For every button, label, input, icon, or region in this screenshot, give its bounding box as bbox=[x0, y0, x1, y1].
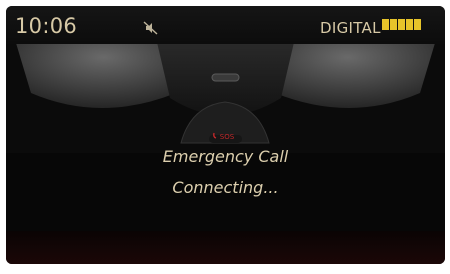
signal-bar bbox=[382, 19, 389, 30]
sos-label: SOS bbox=[220, 133, 235, 141]
signal-bar bbox=[398, 19, 405, 30]
bottom-bar bbox=[6, 231, 445, 264]
display-screen: 10:06 DIGITAL SOS Emergency Call Connect… bbox=[6, 6, 445, 264]
signal-bar bbox=[406, 19, 413, 30]
status-bar: 10:06 DIGITAL bbox=[6, 6, 445, 44]
sos-button: SOS bbox=[213, 132, 235, 141]
radio-mode-label: DIGITAL bbox=[320, 19, 381, 37]
speaker-muted-icon bbox=[143, 21, 158, 35]
connection-status: Connecting... bbox=[172, 178, 279, 197]
signal-strength-icon bbox=[382, 19, 421, 30]
clock: 10:06 bbox=[15, 14, 78, 38]
emergency-call-title: Emergency Call bbox=[162, 147, 289, 166]
signal-bar bbox=[414, 19, 421, 30]
signal-bar bbox=[390, 19, 397, 30]
